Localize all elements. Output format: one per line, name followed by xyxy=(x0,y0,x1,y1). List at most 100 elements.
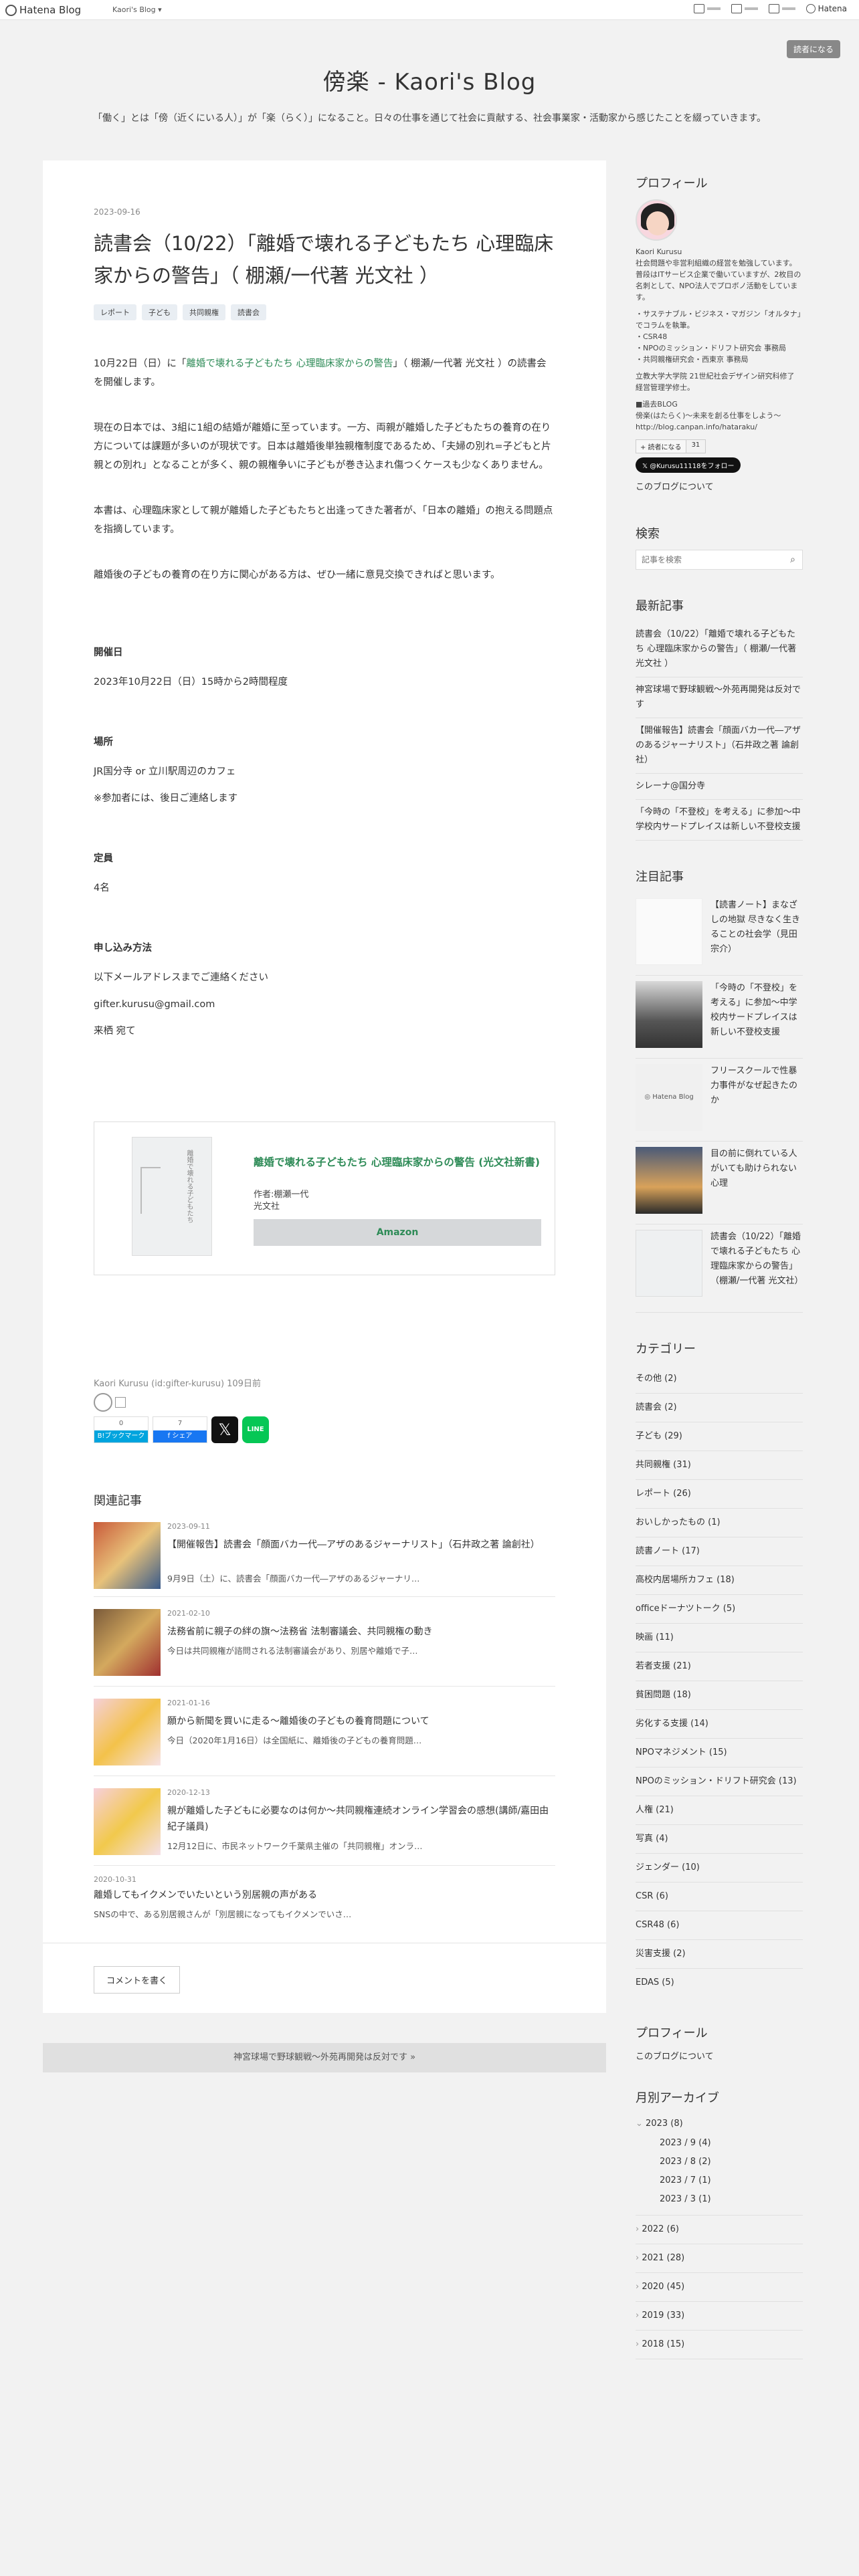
category-item[interactable]: 読書会 (2) xyxy=(636,1394,803,1422)
next-entry-link[interactable]: 神宮球場で野球観戦〜外苑再開発は反対です » xyxy=(43,2043,606,2072)
recent-entry[interactable]: シレーナ@国分寺 xyxy=(636,774,803,800)
blog-title[interactable]: 傍楽 - Kaori's Blog xyxy=(0,64,859,96)
featured-entry[interactable]: 読書会（10/22）「離婚で壊れる子どもたち 心理臨床家からの警告」（棚瀬/一代… xyxy=(636,1224,803,1313)
category-item[interactable]: ジェンダー (10) xyxy=(636,1854,803,1883)
related-title[interactable]: 願から新聞を買いに走る〜離婚後の子どもの養育問題について xyxy=(167,1713,555,1729)
related-title[interactable]: 【開催報告】読書会「顔面バカ一代―アザのあるジャーナリスト」（石井政之著 論創社… xyxy=(167,1537,555,1553)
related-title[interactable]: 親が離婚した子どもに必要なのは何か〜共同親権連続オンライン学習会の感想(講師/嘉… xyxy=(167,1803,555,1835)
category-item[interactable]: 子ども (29) xyxy=(636,1422,803,1451)
archive-year[interactable]: › 2022 (6) xyxy=(636,2216,803,2244)
archive-month[interactable]: 2023 / 8 (2) xyxy=(636,2153,803,2171)
book-cover-image[interactable]: 離婚で壊れる子どもたち xyxy=(132,1137,212,1256)
amazon-book-title[interactable]: 離婚で壊れる子どもたち 心理臨床家からの警告 (光文社新書) xyxy=(254,1154,541,1170)
category-item[interactable]: 読書ノート (17) xyxy=(636,1537,803,1566)
featured-thumbnail[interactable] xyxy=(636,898,702,965)
archive-year[interactable]: › 2020 (45) xyxy=(636,2273,803,2302)
event-place: JR国分寺 or 立川駅周辺のカフェ xyxy=(94,766,236,777)
category-item[interactable]: EDAS (5) xyxy=(636,1969,803,1997)
category-item[interactable]: CSR48 (6) xyxy=(636,1911,803,1940)
archive-year[interactable]: › 2018 (15) xyxy=(636,2331,803,2359)
sidebar-subscribe-button[interactable]: + 読者になる xyxy=(636,439,686,453)
edit-tool[interactable] xyxy=(693,4,721,13)
author-line[interactable]: Kaori Kurusu (id:gifter-kurusu) 109日前 xyxy=(94,1376,261,1389)
related-item[interactable]: 2021-02-10 法務省前に親子の絆の旗〜法務省 法制審議会、共同親権の動き… xyxy=(94,1605,555,1687)
search-icon[interactable]: ⌕ xyxy=(783,550,802,569)
archive-month[interactable]: 2023 / 7 (1) xyxy=(636,2171,803,2190)
category-item[interactable]: CSR (6) xyxy=(636,1883,803,1911)
category-item[interactable]: 若者支援 (21) xyxy=(636,1652,803,1681)
category-item[interactable]: 共同親権 (31) xyxy=(636,1451,803,1480)
book-link[interactable]: 離婚で壊れる子どもたち 心理臨床家からの警告 xyxy=(186,358,393,369)
featured-entry[interactable]: 目の前に倒れている人がいても助けられない心理 xyxy=(636,1142,803,1224)
profile-name[interactable]: Kaori Kurusu xyxy=(636,246,803,257)
related-item[interactable]: 2023-09-11 【開催報告】読書会「顔面バカ一代―アザのあるジャーナリスト… xyxy=(94,1518,555,1597)
category-item[interactable]: おいしかったもの (1) xyxy=(636,1509,803,1537)
x-share-button[interactable]: 𝕏 xyxy=(211,1416,238,1443)
category-item[interactable]: レポート (26) xyxy=(636,1480,803,1509)
user-menu[interactable]: Hatena xyxy=(805,4,847,13)
featured-thumbnail[interactable] xyxy=(636,1147,702,1214)
related-item[interactable]: 2020-10-31 離婚してもイクメンでいたいという別居親の声がある SNSの… xyxy=(94,1871,555,1925)
avatar[interactable] xyxy=(636,199,677,241)
featured-thumbnail[interactable] xyxy=(636,981,702,1048)
related-title[interactable]: 法務省前に親子の絆の旗〜法務省 法制審議会、共同親権の動き xyxy=(167,1624,555,1640)
tag-children[interactable]: 子ども xyxy=(142,304,177,320)
related-thumbnail[interactable] xyxy=(94,1522,161,1589)
article-body: 10月22日（日）に「離婚で壊れる子どもたち 心理臨床家からの警告」（ 棚瀬/一… xyxy=(94,354,555,1049)
related-title[interactable]: 離婚してもイクメンでいたいという別居親の声がある xyxy=(94,1887,482,1903)
related-thumbnail[interactable] xyxy=(94,1699,161,1765)
archive-year[interactable]: › 2019 (33) xyxy=(636,2302,803,2331)
category-item[interactable]: 映画 (11) xyxy=(636,1624,803,1652)
featured-thumbnail[interactable] xyxy=(636,1230,702,1297)
amazon-button[interactable]: Amazon xyxy=(254,1219,541,1246)
star-comment-icon[interactable] xyxy=(115,1397,126,1408)
featured-entry[interactable]: 【読書ノート】まなざしの地獄 尽きなく生きることの社会学（見田宗介） xyxy=(636,893,803,976)
about-link[interactable]: このブログについて xyxy=(636,479,803,492)
category-item[interactable]: その他 (2) xyxy=(636,1365,803,1394)
chevron-down-icon: ⌄ xyxy=(636,2119,646,2129)
line-share-button[interactable]: LINE xyxy=(242,1416,269,1443)
featured-thumbnail[interactable]: ◎ Hatena Blog xyxy=(636,1064,702,1131)
dashboard-tool[interactable] xyxy=(768,4,795,13)
category-item[interactable]: NPOマネジメント (15) xyxy=(636,1739,803,1767)
subscribe-button[interactable]: 読者になる xyxy=(786,40,840,58)
archive-year-open[interactable]: ⌄ 2023 (8) xyxy=(636,2114,803,2134)
tag-joint-custody[interactable]: 共同親権 xyxy=(183,304,225,320)
archive-month[interactable]: 2023 / 3 (1) xyxy=(636,2190,803,2216)
search-input[interactable] xyxy=(636,550,783,569)
star-add-icon[interactable] xyxy=(94,1393,112,1412)
category-item[interactable]: 劣化する支援 (14) xyxy=(636,1710,803,1739)
category-item[interactable]: NPOのミッション・ドリフト研究会 (13) xyxy=(636,1767,803,1796)
category-item[interactable]: officeドーナツトーク (5) xyxy=(636,1595,803,1624)
facebook-share-button[interactable]: 7f シェア xyxy=(153,1416,207,1443)
hatena-logo[interactable]: Hatena Blog xyxy=(5,4,81,16)
article-date[interactable]: 2023-09-16 xyxy=(94,207,140,217)
featured-entry[interactable]: ◎ Hatena Blog フリースクールで性暴力事件がなぜ起きたのか xyxy=(636,1059,803,1142)
recent-entry[interactable]: 神宮球場で野球観戦〜外苑再開発は反対です xyxy=(636,677,803,718)
category-item[interactable]: 人権 (21) xyxy=(636,1796,803,1825)
hatebu-share-button[interactable]: 0 B!ブックマーク xyxy=(94,1416,149,1443)
category-item[interactable]: 写真 (4) xyxy=(636,1825,803,1854)
related-thumbnail[interactable] xyxy=(94,1609,161,1676)
section-heading-place: 場所 xyxy=(94,737,113,748)
recent-entry[interactable]: 「今時の「不登校」を考える」に参加〜中学校内サードプレイスは新しい不登校支援 xyxy=(636,800,803,841)
blog-switcher[interactable]: Kaori's Blog ▾ xyxy=(112,5,162,14)
related-thumbnail[interactable] xyxy=(94,1788,161,1855)
article-title[interactable]: 読書会（10/22）「離婚で壊れる子どもたち 心理臨床家からの警告」（ 棚瀬/一… xyxy=(94,227,562,292)
manage-tool[interactable] xyxy=(731,4,758,13)
tag-book-club[interactable]: 読書会 xyxy=(231,304,266,320)
recent-entry[interactable]: 【開催報告】読書会「顔面バカ一代―アザのあるジャーナリスト」（石井政之著 論創社… xyxy=(636,718,803,774)
about-link-2[interactable]: このブログについて xyxy=(636,2049,803,2062)
category-item[interactable]: 災害支援 (2) xyxy=(636,1940,803,1969)
related-item[interactable]: 2020-12-13 親が離婚した子どもに必要なのは何か〜共同親権連続オンライン… xyxy=(94,1784,555,1866)
archive-year[interactable]: › 2021 (28) xyxy=(636,2244,803,2273)
category-item[interactable]: 高校内居場所カフェ (18) xyxy=(636,1566,803,1595)
comment-button[interactable]: コメントを書く xyxy=(94,1966,181,1994)
related-item[interactable]: 2021-01-16 願から新聞を買いに走る〜離婚後の子どもの養育問題について … xyxy=(94,1695,555,1776)
archive-month[interactable]: 2023 / 9 (4) xyxy=(636,2134,803,2153)
category-item[interactable]: 貧困問題 (18) xyxy=(636,1681,803,1710)
recent-entry[interactable]: 読書会（10/22）「離婚で壊れる子どもたち 心理臨床家からの警告」（ 棚瀬/一… xyxy=(636,622,803,677)
x-follow-button[interactable]: 𝕏 @Kurusu11118をフォロー xyxy=(636,457,741,473)
featured-entry[interactable]: 「今時の「不登校」を考える」に参加〜中学校内サードプレイスは新しい不登校支援 xyxy=(636,976,803,1059)
tag-report[interactable]: レポート xyxy=(94,304,136,320)
